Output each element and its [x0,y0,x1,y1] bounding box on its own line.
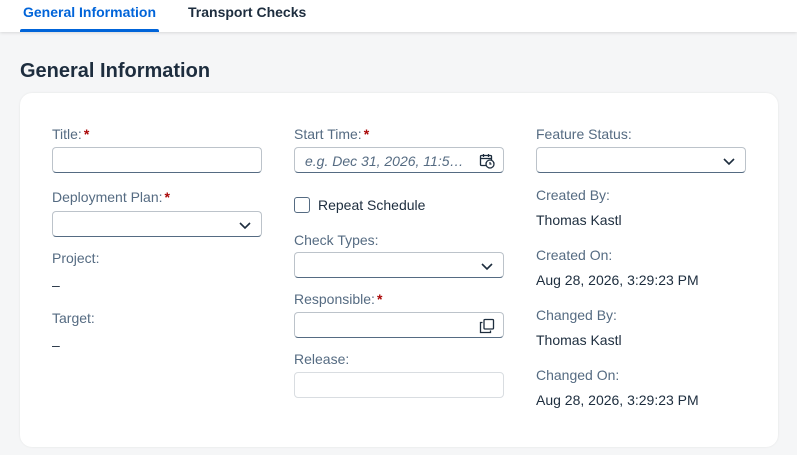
changed-on-value: Aug 28, 2026, 3:29:23 PM [536,392,699,408]
feature-status-label: Feature Status: [536,126,632,142]
chevron-down-icon [481,263,493,271]
start-time-input[interactable]: e.g. Dec 31, 2026, 11:59:58 PM [294,147,504,173]
created-on-value: Aug 28, 2026, 3:29:23 PM [536,272,699,288]
changed-by-label: Changed By: [536,307,617,323]
feature-status-select[interactable] [536,147,746,173]
repeat-schedule-checkbox[interactable] [294,197,310,213]
calendar-clock-icon[interactable] [479,153,495,169]
title-input[interactable] [52,147,262,173]
deployment-plan-select[interactable] [52,211,262,237]
required-marker: * [164,189,170,205]
release-label: Release: [294,351,350,367]
tab-label: Transport Checks [188,4,307,20]
repeat-schedule-label: Repeat Schedule [318,197,426,213]
chevron-down-icon [723,158,735,166]
check-types-label: Check Types: [294,232,379,248]
release-input[interactable] [294,372,504,398]
section-title: General Information [20,60,211,82]
start-time-placeholder: e.g. Dec 31, 2026, 11:59:58 PM [305,153,470,169]
required-marker: * [376,291,383,307]
created-on-label: Created On: [536,247,613,263]
responsible-input[interactable] [294,312,504,338]
tab-general-information[interactable]: General Information [20,4,160,32]
target-value: – [52,337,60,353]
created-by-value: Thomas Kastl [536,212,622,228]
tab-bar: General Information Transport Checks [0,0,797,32]
general-information-card: Title: * Deployment Plan: * Project: – Tar… [20,93,778,447]
tab-label: General Information [23,4,157,20]
project-value: – [52,277,60,293]
start-time-label: Start Time: * [294,126,370,142]
changed-on-label: Changed On: [536,367,620,383]
deployment-plan-label: Deployment Plan: * [52,189,170,205]
responsible-label: Responsible: * [294,291,383,307]
target-label: Target: [52,310,95,326]
required-marker: * [83,126,90,142]
tab-transport-checks[interactable]: Transport Checks [188,4,306,32]
changed-by-value: Thomas Kastl [536,332,622,348]
value-help-icon[interactable] [479,318,495,334]
required-marker: * [363,126,370,142]
title-label: Title: * [52,126,90,142]
project-label: Project: [52,250,100,266]
chevron-down-icon [239,222,251,230]
created-by-label: Created By: [536,187,610,203]
tab-active-indicator [20,29,160,32]
check-types-select[interactable] [294,252,504,278]
